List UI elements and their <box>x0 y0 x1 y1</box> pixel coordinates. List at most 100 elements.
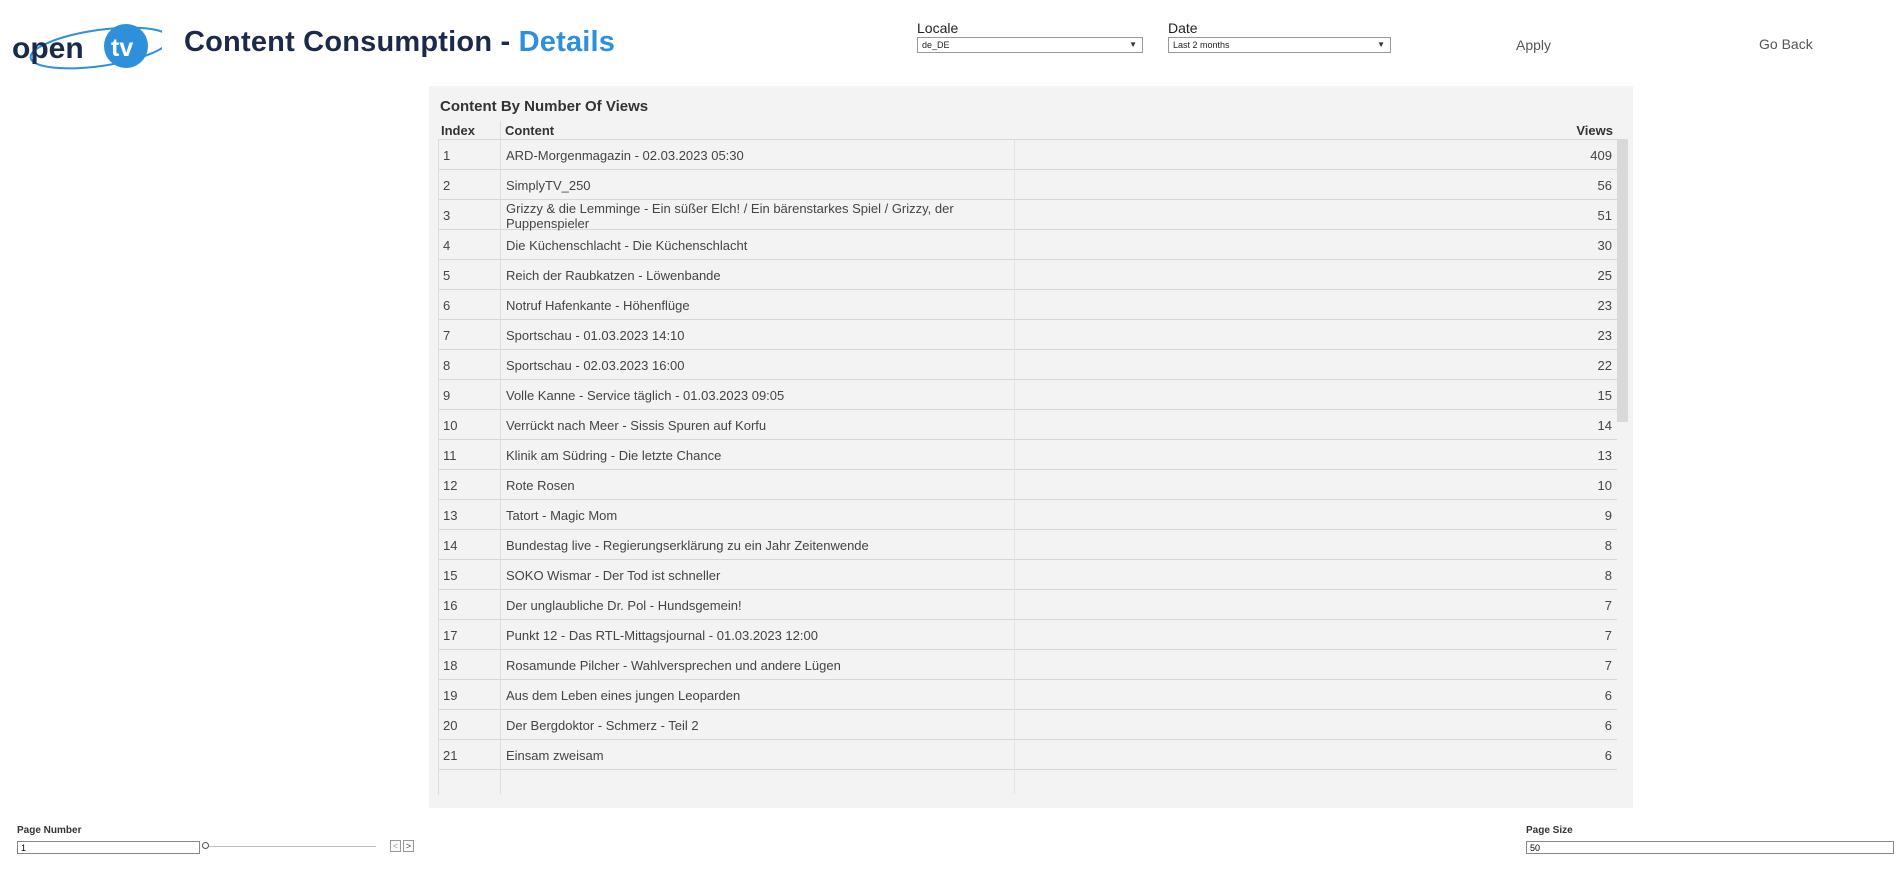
table-row[interactable]: 7 Sportschau - 01.03.2023 14:10 23 <box>439 320 1617 350</box>
content-views-panel: Content By Number Of Views Index Content… <box>429 86 1633 808</box>
row-views: 14 <box>1597 418 1612 433</box>
row-index: 20 <box>443 718 458 733</box>
table-row[interactable]: 15 SOKO Wismar - Der Tod ist schneller 8 <box>439 560 1617 590</box>
row-index: 16 <box>443 598 458 613</box>
dropdown-arrow-icon: ▼ <box>1129 40 1137 49</box>
row-index: 11 <box>443 448 457 463</box>
row-content: Die Küchenschlacht - Die Küchenschlacht <box>506 238 748 253</box>
row-index: 6 <box>443 298 451 313</box>
row-content: Reich der Raubkatzen - Löwenbande <box>506 268 721 283</box>
svg-text:open: open <box>12 32 84 65</box>
table-row[interactable]: 14 Bundestag live - Regierungserklärung z… <box>439 530 1617 560</box>
row-views: 51 <box>1597 208 1612 223</box>
row-index: 4 <box>443 238 451 253</box>
row-views: 15 <box>1597 388 1612 403</box>
date-select[interactable]: Last 2 months ▼ <box>1168 37 1391 53</box>
row-views: 23 <box>1597 328 1612 343</box>
row-content: Einsam zweisam <box>506 748 604 763</box>
table-row[interactable]: 20 Der Bergdoktor - Schmerz - Teil 2 6 <box>439 710 1617 740</box>
row-views: 23 <box>1597 298 1612 313</box>
column-header-content[interactable]: Content <box>505 123 554 138</box>
row-content: Rosamunde Pilcher - Wahlversprechen und … <box>506 658 841 673</box>
row-content: Punkt 12 - Das RTL-Mittagsjournal - 01.0… <box>506 628 818 643</box>
svg-text:tv: tv <box>111 34 133 62</box>
locale-label: Locale <box>917 20 959 36</box>
table-row[interactable]: 13 Tatort - Magic Mom 9 <box>439 500 1617 530</box>
row-content: Der unglaubliche Dr. Pol - Hundsgemein! <box>506 598 742 613</box>
row-index: 12 <box>443 478 458 493</box>
table-row[interactable]: 19 Aus dem Leben eines jungen Leoparden 6 <box>439 680 1617 710</box>
row-content: ARD-Morgenmagazin - 02.03.2023 05:30 <box>506 148 744 163</box>
table-row[interactable]: 1 ARD-Morgenmagazin - 02.03.2023 05:30 409 <box>439 140 1617 170</box>
row-views: 8 <box>1604 538 1612 553</box>
row-content: SimplyTV_250 <box>506 178 591 193</box>
row-index: 8 <box>443 358 451 373</box>
table-row[interactable]: 2 SimplyTV_250 56 <box>439 170 1617 200</box>
table-row[interactable]: 11 Klinik am Südring - Die letzte Chance 1… <box>439 440 1617 470</box>
row-index: 17 <box>443 628 458 643</box>
apply-button[interactable]: Apply <box>1516 37 1551 53</box>
row-views: 7 <box>1604 658 1612 673</box>
page-slider-handle[interactable] <box>202 842 209 849</box>
row-views: 25 <box>1597 268 1612 283</box>
table-row[interactable]: 10 Verrückt nach Meer - Sissis Spuren auf… <box>439 410 1617 440</box>
table-row[interactable]: 4 Die Küchenschlacht - Die Küchenschlacht… <box>439 230 1617 260</box>
locale-select-value: de_DE <box>922 40 950 50</box>
table-row[interactable]: 9 Volle Kanne - Service täglich - 01.03.2… <box>439 380 1617 410</box>
previous-page-button[interactable]: < <box>390 840 401 852</box>
row-index: 1 <box>443 148 451 163</box>
go-back-button[interactable]: Go Back <box>1759 36 1813 52</box>
row-views: 8 <box>1604 568 1612 583</box>
row-views: 10 <box>1597 478 1612 493</box>
row-views: 409 <box>1590 148 1612 163</box>
row-views: 30 <box>1597 238 1612 253</box>
table-header: Index Content Views <box>438 121 1616 139</box>
page-number-input[interactable] <box>17 841 200 854</box>
table-row[interactable]: 17 Punkt 12 - Das RTL-Mittagsjournal - 01… <box>439 620 1617 650</box>
column-header-index[interactable]: Index <box>441 123 475 138</box>
row-content: Volle Kanne - Service täglich - 01.03.20… <box>506 388 785 403</box>
row-index: 10 <box>443 418 458 433</box>
table-row[interactable]: 6 Notruf Hafenkante - Höhenflüge 23 <box>439 290 1617 320</box>
table-row[interactable]: 8 Sportschau - 02.03.2023 16:00 22 <box>439 350 1617 380</box>
row-index: 19 <box>443 688 458 703</box>
page-slider-track[interactable] <box>204 846 376 847</box>
column-divider <box>1014 139 1015 794</box>
page-title-main: Content Consumption - <box>184 26 519 58</box>
row-index: 18 <box>443 658 458 673</box>
table-title: Content By Number Of Views <box>440 98 649 115</box>
row-views: 6 <box>1604 748 1612 763</box>
row-content: Verrückt nach Meer - Sissis Spuren auf K… <box>506 418 767 433</box>
row-index: 21 <box>443 748 458 763</box>
table-row[interactable]: 16 Der unglaubliche Dr. Pol - Hundsgemein… <box>439 590 1617 620</box>
column-header-views[interactable]: Views <box>1576 123 1613 138</box>
table-scrollbar[interactable] <box>1617 139 1628 422</box>
next-page-button[interactable]: > <box>403 840 414 852</box>
row-views: 9 <box>1604 508 1612 523</box>
table-row[interactable]: 18 Rosamunde Pilcher - Wahlversprechen un… <box>439 650 1617 680</box>
row-index: 9 <box>443 388 451 403</box>
table-row[interactable]: 5 Reich der Raubkatzen - Löwenbande 25 <box>439 260 1617 290</box>
row-content: Grizzy & die Lemminge - Ein süßer Elch! … <box>506 201 954 231</box>
table-row[interactable]: 21 Einsam zweisam 6 <box>439 740 1617 770</box>
table-row[interactable]: 12 Rote Rosen 10 <box>439 470 1617 500</box>
row-content: Sportschau - 02.03.2023 16:00 <box>506 358 685 373</box>
page-size-label: Page Size <box>1526 825 1573 836</box>
row-content: Klinik am Südring - Die letzte Chance <box>506 448 722 463</box>
table-body[interactable]: 1 ARD-Morgenmagazin - 02.03.2023 05:30 409… <box>438 139 1617 795</box>
row-index: 15 <box>443 568 458 583</box>
row-index: 3 <box>443 208 451 223</box>
row-index: 13 <box>443 508 458 523</box>
locale-select[interactable]: de_DE ▼ <box>917 37 1143 53</box>
row-content: Bundestag live - Regierungserklärung zu … <box>506 538 869 553</box>
row-content: Sportschau - 01.03.2023 14:10 <box>506 328 685 343</box>
row-content: SOKO Wismar - Der Tod ist schneller <box>506 568 721 583</box>
page-title: Content Consumption - Details <box>184 26 615 59</box>
table-row[interactable]: 3 Grizzy & die Lemminge - Ein süßer Elch!… <box>439 200 1617 231</box>
row-views: 56 <box>1597 178 1612 193</box>
date-select-value: Last 2 months <box>1173 40 1230 50</box>
row-content: Notruf Hafenkante - Höhenflüge <box>506 298 690 313</box>
page-size-input[interactable] <box>1526 841 1894 854</box>
row-content: Der Bergdoktor - Schmerz - Teil 2 <box>506 718 699 733</box>
row-views: 6 <box>1604 718 1612 733</box>
